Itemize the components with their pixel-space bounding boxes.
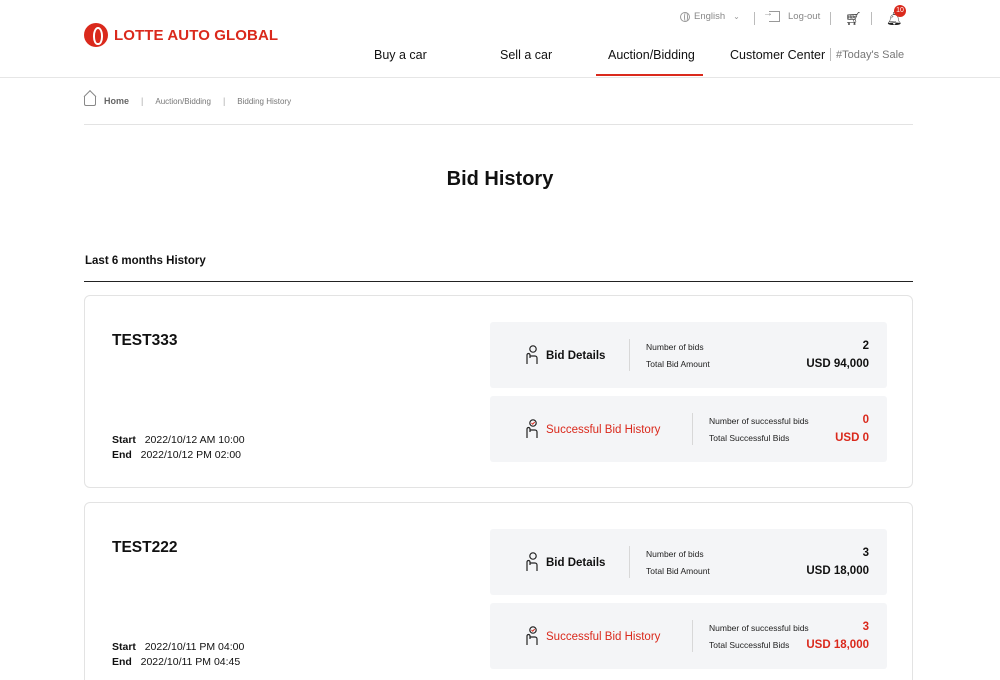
number-of-bids-value: 3 xyxy=(862,547,869,559)
logout-icon xyxy=(763,8,780,22)
language-label: English xyxy=(694,11,726,22)
end-label: End xyxy=(112,656,132,668)
nav-divider xyxy=(830,48,831,61)
nav-sell-a-car[interactable]: Sell a car xyxy=(500,48,552,62)
logo-text: LOTTE AUTO GLOBAL xyxy=(114,26,279,44)
bid-details-label: Bid Details xyxy=(546,557,606,569)
number-of-bids-label: Number of bids xyxy=(646,342,704,352)
breadcrumb-separator: | xyxy=(222,96,226,106)
auction-title: TEST333 xyxy=(112,332,178,349)
utility-divider xyxy=(871,12,872,25)
breadcrumb-divider xyxy=(84,124,913,125)
auction-card: TEST333 Start 2022/10/12 AM 10:00 End 20… xyxy=(84,295,913,488)
total-bid-amount-label: Total Bid Amount xyxy=(646,359,710,369)
total-bid-amount-label: Total Bid Amount xyxy=(646,566,710,576)
total-successful-bids-value: USD 18,000 xyxy=(806,639,869,651)
start-date: 2022/10/11 PM 04:00 xyxy=(144,641,245,653)
start-date: 2022/10/12 AM 10:00 xyxy=(144,434,245,446)
site-header: LOTTE AUTO GLOBAL English ⌄ Log-out 🛒︎ 🔔… xyxy=(0,0,1000,78)
home-icon[interactable] xyxy=(84,96,96,106)
bid-details-label: Bid Details xyxy=(546,350,606,362)
breadcrumb: Home | Auction/Bidding | Bidding History xyxy=(84,96,291,106)
total-bid-amount-value: USD 94,000 xyxy=(806,358,869,370)
end-date: 2022/10/12 PM 02:00 xyxy=(140,449,242,461)
logout-label: Log-out xyxy=(788,11,821,22)
section-divider xyxy=(84,281,913,282)
end-date: 2022/10/11 PM 04:45 xyxy=(140,656,241,668)
language-selector[interactable]: English ⌄ xyxy=(680,11,740,22)
nav-todays-sale[interactable]: #Today's Sale xyxy=(836,49,904,61)
number-of-successful-bids-value: 0 xyxy=(862,414,869,426)
number-of-successful-bids-label: Number of successful bids xyxy=(709,416,809,426)
bid-details-panel[interactable]: Bid Details Number of bids Total Bid Amo… xyxy=(490,529,887,595)
lotte-logo-icon xyxy=(84,23,108,47)
notification-button[interactable]: 🔔︎ 10 xyxy=(886,5,906,27)
notification-badge: 10 xyxy=(894,5,906,17)
cart-button[interactable]: 🛒︎ xyxy=(845,11,862,27)
section-title: Last 6 months History xyxy=(85,255,206,267)
utility-divider xyxy=(830,12,831,25)
bid-details-icon xyxy=(526,345,538,364)
nav-auction-bidding[interactable]: Auction/Bidding xyxy=(608,48,695,62)
lotte-logo[interactable]: LOTTE AUTO GLOBAL xyxy=(84,23,278,47)
auction-dates: Start 2022/10/12 AM 10:00 End 2022/10/12… xyxy=(112,433,245,463)
bid-details-panel[interactable]: Bid Details Number of bids Total Bid Amo… xyxy=(490,322,887,388)
auction-dates: Start 2022/10/11 PM 04:00 End 2022/10/11… xyxy=(112,640,244,670)
total-bid-amount-value: USD 18,000 xyxy=(806,565,869,577)
start-label: Start xyxy=(112,641,136,653)
breadcrumb-separator: | xyxy=(141,96,144,106)
logout-link[interactable]: Log-out xyxy=(763,8,821,22)
total-successful-bids-label: Total Successful Bids xyxy=(709,640,790,650)
number-of-bids-value: 2 xyxy=(862,340,869,352)
chevron-down-icon: ⌄ xyxy=(733,12,740,21)
number-of-successful-bids-value: 3 xyxy=(862,621,869,633)
bid-details-icon xyxy=(526,552,538,571)
auction-title: TEST222 xyxy=(112,539,178,556)
breadcrumb-auction-bidding[interactable]: Auction/Bidding xyxy=(155,97,211,106)
successful-bid-icon xyxy=(526,419,538,438)
auction-card: TEST222 Start 2022/10/11 PM 04:00 End 20… xyxy=(84,502,913,680)
panel-divider xyxy=(629,339,630,371)
successful-bid-history-label: Successful Bid History xyxy=(546,424,661,436)
page-title: Bid History xyxy=(446,168,554,190)
successful-bid-history-panel[interactable]: Successful Bid History Number of success… xyxy=(490,396,887,462)
successful-bid-icon xyxy=(526,626,538,645)
total-successful-bids-label: Total Successful Bids xyxy=(709,433,790,443)
panel-divider xyxy=(692,620,693,652)
globe-icon xyxy=(680,11,690,22)
utility-divider xyxy=(754,12,755,25)
cart-icon: 🛒︎ xyxy=(845,11,862,26)
breadcrumb-home[interactable]: Home xyxy=(104,96,129,106)
main-nav: Buy a car Sell a car Auction/Bidding Cus… xyxy=(0,48,1000,78)
active-nav-indicator xyxy=(596,74,703,76)
number-of-bids-label: Number of bids xyxy=(646,549,704,559)
number-of-successful-bids-label: Number of successful bids xyxy=(709,623,809,633)
successful-bid-history-label: Successful Bid History xyxy=(546,631,661,643)
nav-customer-center[interactable]: Customer Center xyxy=(730,48,825,62)
start-label: Start xyxy=(112,434,136,446)
end-label: End xyxy=(112,449,132,461)
panel-divider xyxy=(629,546,630,578)
breadcrumb-bidding-history: Bidding History xyxy=(237,96,292,106)
total-successful-bids-value: USD 0 xyxy=(835,432,869,444)
nav-buy-a-car[interactable]: Buy a car xyxy=(374,48,427,62)
successful-bid-history-panel[interactable]: Successful Bid History Number of success… xyxy=(490,603,887,669)
panel-divider xyxy=(692,413,693,445)
